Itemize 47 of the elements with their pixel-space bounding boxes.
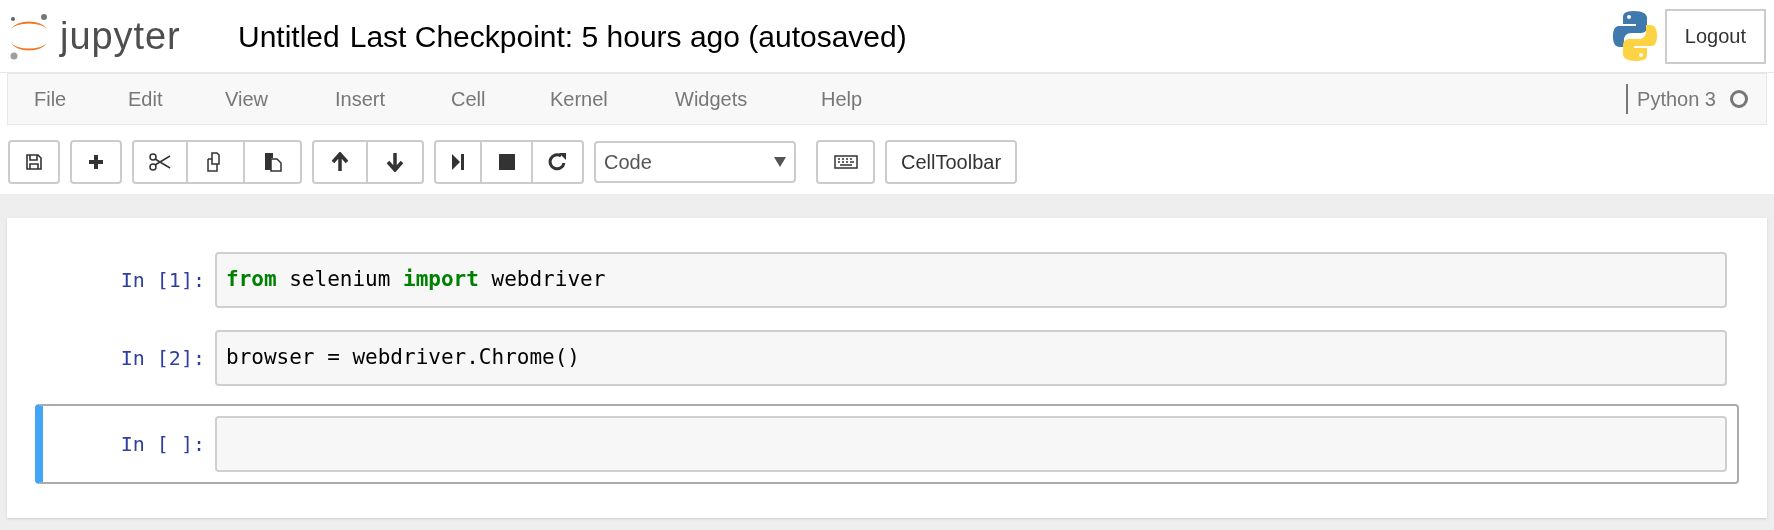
move-down-button[interactable] [368,140,424,184]
save-button[interactable] [8,140,60,184]
code-input[interactable] [215,416,1727,472]
arrow-down-icon [386,152,404,172]
code-line: browser = webdriver.Chrome() [226,344,580,372]
cut-button[interactable] [132,140,188,184]
menu-item[interactable]: View [225,84,335,114]
menu-item[interactable]: Insert [335,84,451,114]
restart-button[interactable] [533,140,584,184]
add-cell-button[interactable] [70,140,122,184]
code-input[interactable]: from selenium import webdriver [215,252,1727,308]
python-logo-icon [1610,9,1659,63]
code-input[interactable]: browser = webdriver.Chrome() [215,330,1727,386]
checkpoint-status: Last Checkpoint: 5 hours ago (autosaved) [349,18,907,55]
input-prompt: In [1]: [119,267,206,294]
arrow-up-icon [331,152,349,172]
logo-text[interactable]: jupyter [60,17,181,55]
input-prompt: In [ ]: [119,431,206,458]
logout-button[interactable]: Logout [1664,8,1766,64]
paste-icon [262,152,283,172]
scissors-icon [149,153,171,171]
plus-icon [87,153,105,171]
move-up-button[interactable] [312,140,368,184]
kernel-name: Python 3 [1637,87,1716,112]
input-prompt: In [2]: [119,345,206,372]
copy-button[interactable] [188,140,245,184]
menu-item[interactable]: Help [821,84,901,114]
menu-item[interactable]: Cell [451,84,550,114]
cell-type-dropdown[interactable]: Code [594,141,796,183]
celltoolbar-button[interactable]: CellToolbar [885,140,1018,184]
stop-icon [497,153,516,171]
run-button[interactable] [434,140,482,184]
code-line: from selenium import webdriver [226,266,606,294]
paste-button[interactable] [245,140,302,184]
menu-item[interactable]: Kernel [550,84,675,114]
notebook-name[interactable]: Untitled [238,13,340,59]
keyboard-icon [833,155,858,169]
stop-button[interactable] [482,140,533,184]
menu-item[interactable]: Widgets [675,84,821,114]
step-forward-icon [450,153,466,171]
save-icon [25,153,43,171]
keyboard-button[interactable] [816,140,875,184]
selected-cell[interactable]: In [ ]: [35,404,1739,484]
caret-icon [774,157,786,167]
refresh-icon [547,152,568,172]
menu-item[interactable]: Edit [128,84,225,114]
menu-item[interactable]: File [34,84,128,114]
